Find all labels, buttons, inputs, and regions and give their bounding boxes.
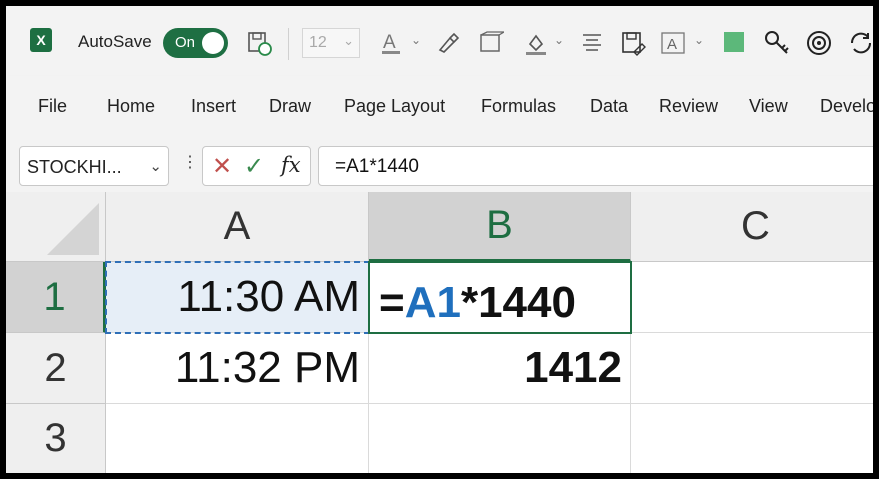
refresh-icon[interactable]: [848, 30, 873, 62]
name-box[interactable]: STOCKHI... ⌄: [19, 146, 169, 186]
tab-insert[interactable]: Insert: [191, 96, 236, 117]
key-icon[interactable]: [764, 30, 790, 62]
cell-c1[interactable]: [631, 262, 873, 333]
spreadsheet-grid: A B C 1 2 3 11:30 AM 11:32 PM 1412 =A1*1…: [6, 192, 873, 473]
chevron-down-icon: ⌄: [343, 33, 354, 48]
cell-b3[interactable]: [369, 404, 631, 473]
row-header-3[interactable]: 3: [6, 404, 106, 473]
tab-formulas[interactable]: Formulas: [481, 96, 556, 117]
column-header-c[interactable]: C: [631, 192, 873, 262]
tab-data[interactable]: Data: [590, 96, 628, 117]
cancel-icon[interactable]: ✕: [212, 152, 232, 181]
select-all-corner[interactable]: [6, 192, 106, 262]
tab-page-layout[interactable]: Page Layout: [344, 96, 445, 117]
text-box-icon[interactable]: A: [660, 30, 686, 62]
formula-controls: ✕ ✓ fx: [202, 146, 311, 186]
formula-text: =A1*1440: [335, 156, 419, 177]
formula-input[interactable]: =A1*1440: [318, 146, 873, 186]
tab-review[interactable]: Review: [659, 96, 718, 117]
chevron-down-icon[interactable]: ⌄: [411, 33, 421, 47]
quick-access-toolbar: X AutoSave On 12 ⌄ A ⌄ ⌄ A ⌄: [6, 6, 873, 76]
cell-a3[interactable]: [106, 404, 369, 473]
chevron-down-icon[interactable]: ⌄: [149, 157, 162, 175]
autosave-state: On: [175, 34, 196, 51]
3d-model-icon[interactable]: [478, 30, 507, 62]
autosave-toggle[interactable]: On: [163, 28, 228, 58]
font-size-value: 12: [309, 34, 327, 51]
autosave-label: AutoSave: [78, 32, 152, 51]
chevron-down-icon[interactable]: ⌄: [694, 33, 704, 47]
toggle-knob: [202, 32, 224, 54]
row-header-1[interactable]: 1: [6, 262, 106, 333]
formula-reference: A1: [404, 278, 461, 327]
cell-a2[interactable]: 11:32 PM: [106, 333, 369, 404]
select-all-triangle: [47, 203, 99, 255]
formula-prefix: =: [379, 278, 405, 327]
chevron-down-icon[interactable]: ⌄: [554, 33, 564, 47]
green-fill-icon[interactable]: [722, 30, 746, 60]
tab-draw[interactable]: Draw: [269, 96, 311, 117]
tab-view[interactable]: View: [749, 96, 788, 117]
enter-check-icon[interactable]: ✓: [244, 152, 264, 181]
column-header-b[interactable]: B: [369, 192, 631, 262]
toolbar-separator: [288, 28, 289, 60]
font-size-select[interactable]: 12 ⌄: [302, 28, 360, 58]
svg-text:A: A: [667, 36, 677, 53]
row-header-2[interactable]: 2: [6, 333, 106, 404]
tab-developer[interactable]: Develo: [820, 96, 873, 117]
tab-home[interactable]: Home: [107, 96, 155, 117]
save-sync-icon[interactable]: [246, 30, 272, 62]
reference-highlight-a1: [105, 261, 370, 334]
fill-color-icon[interactable]: [524, 30, 548, 62]
align-icon[interactable]: [580, 30, 604, 60]
insert-function-icon[interactable]: fx: [281, 153, 301, 177]
save-as-icon[interactable]: [620, 30, 646, 62]
cell-c3[interactable]: [631, 404, 873, 473]
formula-suffix: *1440: [460, 278, 576, 327]
column-header-a[interactable]: A: [106, 192, 369, 262]
in-cell-formula[interactable]: =A1*1440: [379, 278, 576, 328]
name-box-value: STOCKHI...: [27, 157, 122, 177]
cell-c2[interactable]: [631, 333, 873, 404]
excel-logo-icon: X: [30, 28, 52, 52]
record-icon[interactable]: [806, 30, 832, 62]
ribbon-tabs: File Home Insert Draw Page Layout Formul…: [6, 76, 873, 133]
font-color-icon[interactable]: A: [380, 30, 404, 62]
more-options-icon[interactable]: ⋮: [182, 152, 198, 172]
formula-bar: STOCKHI... ⌄ ⋮ ✕ ✓ fx =A1*1440: [6, 132, 873, 192]
svg-text:A: A: [383, 32, 396, 53]
tab-file[interactable]: File: [38, 96, 67, 117]
format-painter-icon[interactable]: [436, 30, 460, 62]
cell-b2[interactable]: 1412: [369, 333, 631, 404]
excel-window: X AutoSave On 12 ⌄ A ⌄ ⌄ A ⌄ File Home I…: [6, 6, 873, 473]
